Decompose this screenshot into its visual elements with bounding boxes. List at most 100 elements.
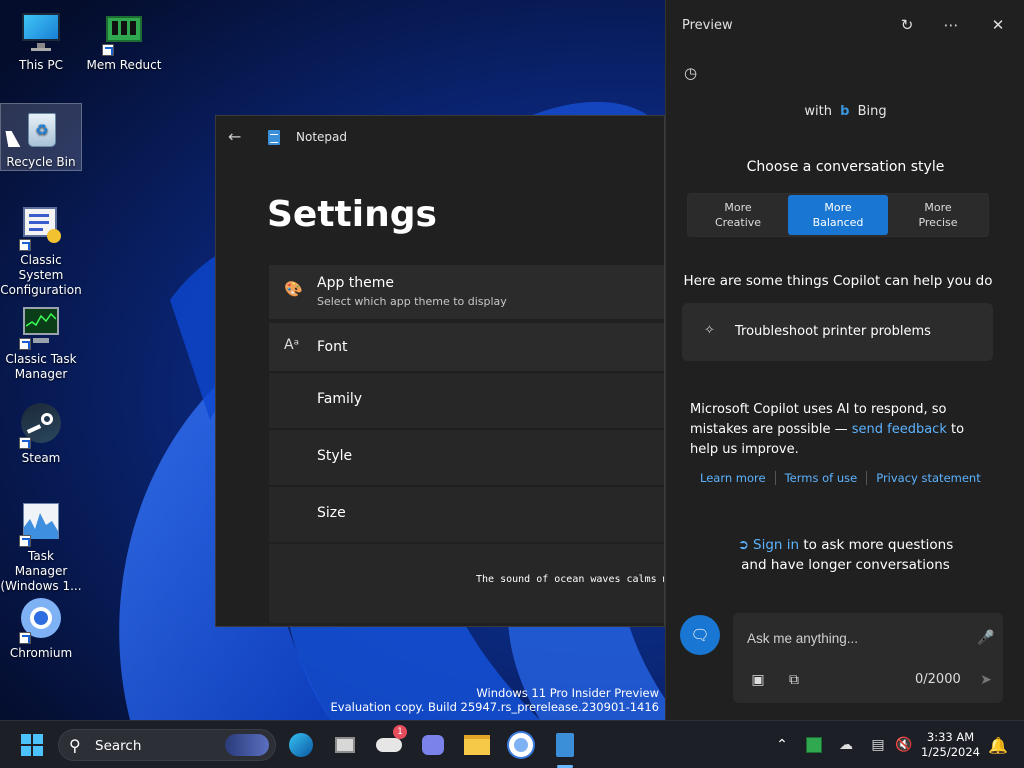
legal-links: Learn more Terms of use Privacy statemen… (700, 471, 990, 485)
memory-chip-icon (102, 10, 146, 56)
copilot-pane: Preview ↻ ⋯ ✕ ◷ with b Bing Choose a con… (665, 0, 1024, 720)
watermark-line-1: Windows 11 Pro Insider Preview (476, 686, 659, 700)
notification-badge: 1 (393, 725, 407, 739)
desktop-icon-label: Recycle Bin (6, 155, 76, 169)
clock-date: 1/25/2024 (921, 745, 980, 759)
font-family-row[interactable]: Family (269, 372, 664, 428)
onedrive-offline-icon[interactable]: ☁ (830, 729, 862, 761)
taskbar: ⚲ Search 1 ⌃ ☁ ▤ 🔇 3:33 AM 1/25/2024 🔔 (0, 720, 1024, 768)
pane-title: Preview (682, 18, 733, 33)
start-button[interactable] (16, 729, 48, 761)
bing-label: Bing (857, 104, 887, 119)
desktop-icon-label: This PC (19, 58, 63, 72)
back-arrow-icon[interactable]: ← (228, 127, 248, 147)
conversation-style-selector: More Creative More Balanced More Precise (687, 193, 989, 237)
file-explorer-icon[interactable] (461, 729, 493, 761)
task-manager-chart-icon (19, 501, 63, 547)
sparkle-icon: ✧ (704, 323, 715, 338)
clock[interactable]: 3:33 AM 1/25/2024 (921, 730, 980, 760)
desktop-icon-steam[interactable]: Steam (0, 403, 82, 466)
new-chat-icon: 🗨 (690, 626, 710, 644)
font-preview-text: The sound of ocean waves calms m (476, 574, 665, 585)
clock-time: 3:33 AM (926, 730, 975, 744)
monitor-icon (19, 10, 63, 54)
microphone-icon[interactable]: 🎤 (976, 628, 996, 648)
font-title: Font (317, 339, 348, 355)
chromium-icon (19, 598, 63, 644)
image-capture-icon[interactable]: ▣ (748, 670, 768, 690)
style-option-precise[interactable]: More Precise (888, 194, 988, 236)
windows-logo-icon (21, 734, 43, 756)
privacy-statement-link[interactable]: Privacy statement (867, 471, 990, 485)
close-icon[interactable]: ✕ (988, 15, 1008, 35)
teams-chat-icon[interactable] (417, 729, 449, 761)
new-topic-button[interactable]: 🗨 (680, 615, 720, 655)
recycle-bin-icon: ♻ (19, 107, 63, 151)
terms-of-use-link[interactable]: Terms of use (776, 471, 867, 485)
suggestion-text: Troubleshoot printer problems (735, 324, 931, 339)
desktop-icon-label: Classic System Configuration (0, 253, 82, 297)
sign-in-icon: ➲ (737, 537, 750, 553)
notification-bell-icon[interactable]: 🔔 (982, 729, 1014, 761)
learn-more-link[interactable]: Learn more (700, 471, 775, 485)
task-manager-monitor-icon (19, 304, 63, 350)
suggestion-card[interactable]: ✧ Troubleshoot printer problems (682, 303, 993, 361)
font-style-row[interactable]: Style (269, 429, 664, 485)
font-family-label: Family (317, 391, 363, 407)
app-tray-icon[interactable] (798, 729, 830, 761)
font-icon: Aᵃ (284, 337, 300, 353)
bing-logo-icon: b (840, 104, 850, 119)
font-size-row[interactable]: Size (269, 486, 664, 542)
notepad-app-name: Notepad (296, 130, 347, 144)
task-view-icon[interactable] (329, 729, 361, 761)
desktop-icon-label: Mem Reduct (86, 58, 162, 72)
watermark-line-2: Evaluation copy. Build 25947.rs_prerelea… (330, 700, 659, 714)
send-icon[interactable]: ➤ (976, 670, 996, 690)
help-heading: Here are some things Copilot can help yo… (683, 273, 993, 289)
edge-beta-icon[interactable] (285, 729, 317, 761)
desktop-icon-classic-system-configuration[interactable]: Classic System Configuration (0, 205, 82, 298)
notepad-taskbar-icon[interactable] (549, 729, 581, 761)
notepad-app-icon (268, 129, 280, 145)
send-feedback-link[interactable]: send feedback (852, 422, 947, 437)
with-label: with (804, 104, 832, 119)
character-count: 0/2000 (915, 672, 961, 687)
notepad-titlebar[interactable]: ← Notepad (216, 116, 664, 158)
search-icon: ⚲ (69, 736, 81, 755)
desktop-icon-classic-task-manager[interactable]: Classic Task Manager (0, 304, 82, 382)
app-theme-card[interactable]: 🎨 App theme Select which app theme to di… (269, 265, 664, 319)
desktop-icon-task-manager[interactable]: Task Manager (Windows 1... (0, 501, 82, 594)
style-option-balanced[interactable]: More Balanced (788, 195, 888, 235)
font-card[interactable]: Aᵃ Font (269, 323, 664, 371)
desktop-icon-this-pc[interactable]: This PC (0, 10, 82, 73)
desktop-icon-chromium[interactable]: Chromium (0, 598, 82, 661)
sign-in-prompt: ➲ Sign in to ask more questions and have … (737, 537, 954, 573)
taskbar-search[interactable]: ⚲ Search (58, 729, 276, 761)
system-config-icon (19, 205, 63, 251)
app-theme-title: App theme (317, 275, 395, 291)
desktop-icon-label: Steam (21, 451, 61, 465)
palette-icon: 🎨 (284, 280, 303, 298)
font-style-label: Style (317, 448, 353, 464)
desktop-icon-label: Classic Task Manager (5, 352, 77, 381)
volume-muted-icon[interactable]: 🔇 (888, 729, 920, 761)
screenshot-icon[interactable]: ⧉ (784, 670, 804, 690)
steam-icon (19, 403, 63, 449)
sign-in-link[interactable]: Sign in (753, 537, 799, 553)
history-icon[interactable]: ◷ (684, 64, 702, 82)
weather-widget-icon[interactable]: 1 (373, 725, 407, 761)
show-hidden-icons-chevron-icon[interactable]: ⌃ (766, 729, 798, 761)
refresh-icon[interactable]: ↻ (897, 15, 917, 35)
desktop-icon-mem-reduct[interactable]: Mem Reduct (83, 10, 165, 73)
search-label: Search (95, 738, 142, 754)
page-title: Settings (267, 194, 437, 235)
search-highlight-art (225, 734, 269, 756)
style-option-creative[interactable]: More Creative (688, 194, 788, 236)
ask-input[interactable] (747, 627, 967, 649)
font-size-label: Size (317, 505, 346, 521)
evaluation-watermark: Windows 11 Pro Insider Preview Evaluatio… (331, 686, 659, 714)
conversation-style-heading: Choose a conversation style (746, 159, 945, 175)
more-options-icon[interactable]: ⋯ (941, 15, 961, 35)
with-bing-header: with b Bing (666, 104, 1024, 119)
chromium-taskbar-icon[interactable] (505, 729, 537, 761)
